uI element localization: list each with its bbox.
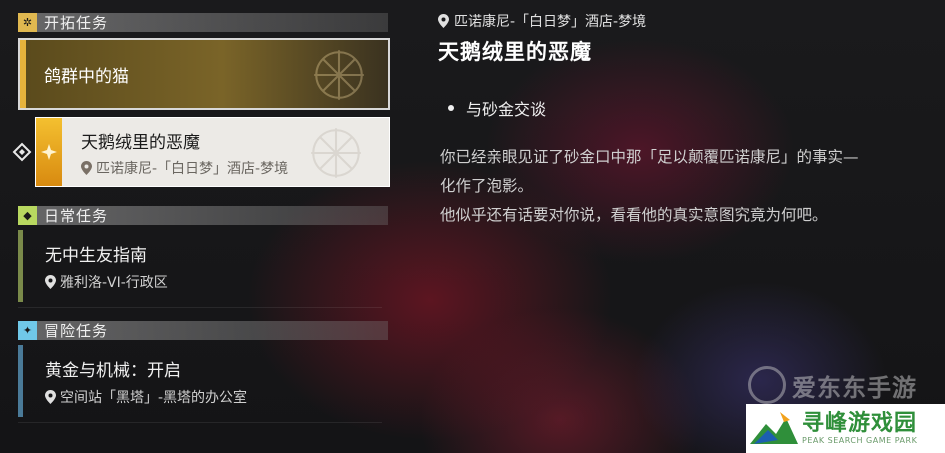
selection-cursor-icon: [12, 142, 32, 162]
location-pin-icon: [45, 390, 56, 404]
trailblaze-icon: [41, 144, 57, 160]
section-header-adventure: ✦ 冒险任务: [18, 321, 388, 340]
location-pin-icon: [45, 275, 56, 289]
quest-accent-bar: [20, 40, 26, 108]
trailblaze-icon: ✲: [18, 13, 37, 32]
detail-location: 匹诺康尼-「白日梦」酒店-梦境: [438, 11, 646, 31]
quest-location-text: 匹诺康尼-「白日梦」酒店-梦境: [96, 161, 289, 177]
description-line: 你已经亲眼见证了砂金口中那「足以颠覆匹诺康尼」的事实—: [440, 148, 859, 166]
quest-card-friend-guide[interactable]: 无中生友指南 雅利洛-VI-行政区: [18, 230, 382, 308]
quest-location: 匹诺康尼-「白日梦」酒店-梦境: [81, 158, 288, 178]
watermark-top: 爱东东手游: [748, 366, 917, 404]
quest-accent-bar: [18, 230, 23, 302]
detail-title: 天鹅绒里的恶魔: [438, 40, 592, 64]
section-title: 开拓任务: [44, 14, 109, 32]
quest-objective: 与砂金交谈: [448, 96, 546, 120]
section-header-daily: ◆ 日常任务: [18, 206, 388, 225]
description-line: 他似乎还有话要对你说，看看他的真实意图究竟为何吧。: [440, 206, 828, 224]
location-pin-icon: [81, 161, 92, 175]
section-title: 冒险任务: [44, 322, 109, 340]
mountain-logo-icon: [750, 411, 798, 444]
quest-card-dove-cat[interactable]: 鸽群中的猫: [18, 38, 390, 110]
quest-emblem-icon: [314, 50, 364, 100]
section-title: 日常任务: [44, 207, 109, 225]
quest-list-panel: ✲ 开拓任务 鸽群中的猫 天鹅绒里的恶魔 匹诺康尼-「白日梦」酒店-梦境 ◆ 日…: [0, 0, 400, 453]
quest-location-text: 空间站「黑塔」-黑塔的办公室: [60, 390, 248, 406]
quest-location-text: 雅利洛-VI-行政区: [60, 275, 168, 291]
quest-location: 空间站「黑塔」-黑塔的办公室: [45, 387, 247, 407]
watermark-top-text: 爱东东手游: [792, 373, 917, 402]
quest-title: 鸽群中的猫: [44, 66, 129, 87]
watermark-bottom-title: 寻峰游戏园: [802, 411, 918, 436]
section-header-trailblaze: ✲ 开拓任务: [18, 13, 388, 32]
detail-location-text: 匹诺康尼-「白日梦」酒店-梦境: [454, 14, 647, 30]
daily-icon: ◆: [18, 206, 37, 225]
adventure-icon: ✦: [18, 321, 37, 340]
quest-accent-bar: [18, 345, 23, 417]
watermark-bottom: 寻峰游戏园 PEAK SEARCH GAME PARK: [746, 404, 945, 453]
quest-title: 天鹅绒里的恶魔: [81, 133, 200, 153]
quest-card-velvet-devil[interactable]: 天鹅绒里的恶魔 匹诺康尼-「白日梦」酒店-梦境: [35, 117, 390, 187]
objective-text: 与砂金交谈: [466, 100, 547, 119]
watermark-bottom-subtitle: PEAK SEARCH GAME PARK: [802, 436, 918, 445]
location-pin-icon: [438, 14, 449, 28]
quest-title: 黄金与机械：开启: [45, 361, 181, 381]
quest-thumbnail: [36, 118, 62, 186]
quest-emblem-icon: [311, 128, 361, 178]
quest-description: 你已经亲眼见证了砂金口中那「足以颠覆匹诺康尼」的事实— 化作了泡影。 他似乎还有…: [440, 143, 945, 230]
quest-card-gold-machine[interactable]: 黄金与机械：开启 空间站「黑塔」-黑塔的办公室: [18, 345, 382, 423]
quest-location: 雅利洛-VI-行政区: [45, 272, 168, 292]
watermark-logo-icon: [748, 366, 786, 404]
bullet-icon: [448, 105, 454, 111]
quest-title: 无中生友指南: [45, 246, 147, 266]
description-line: 化作了泡影。: [440, 177, 534, 195]
